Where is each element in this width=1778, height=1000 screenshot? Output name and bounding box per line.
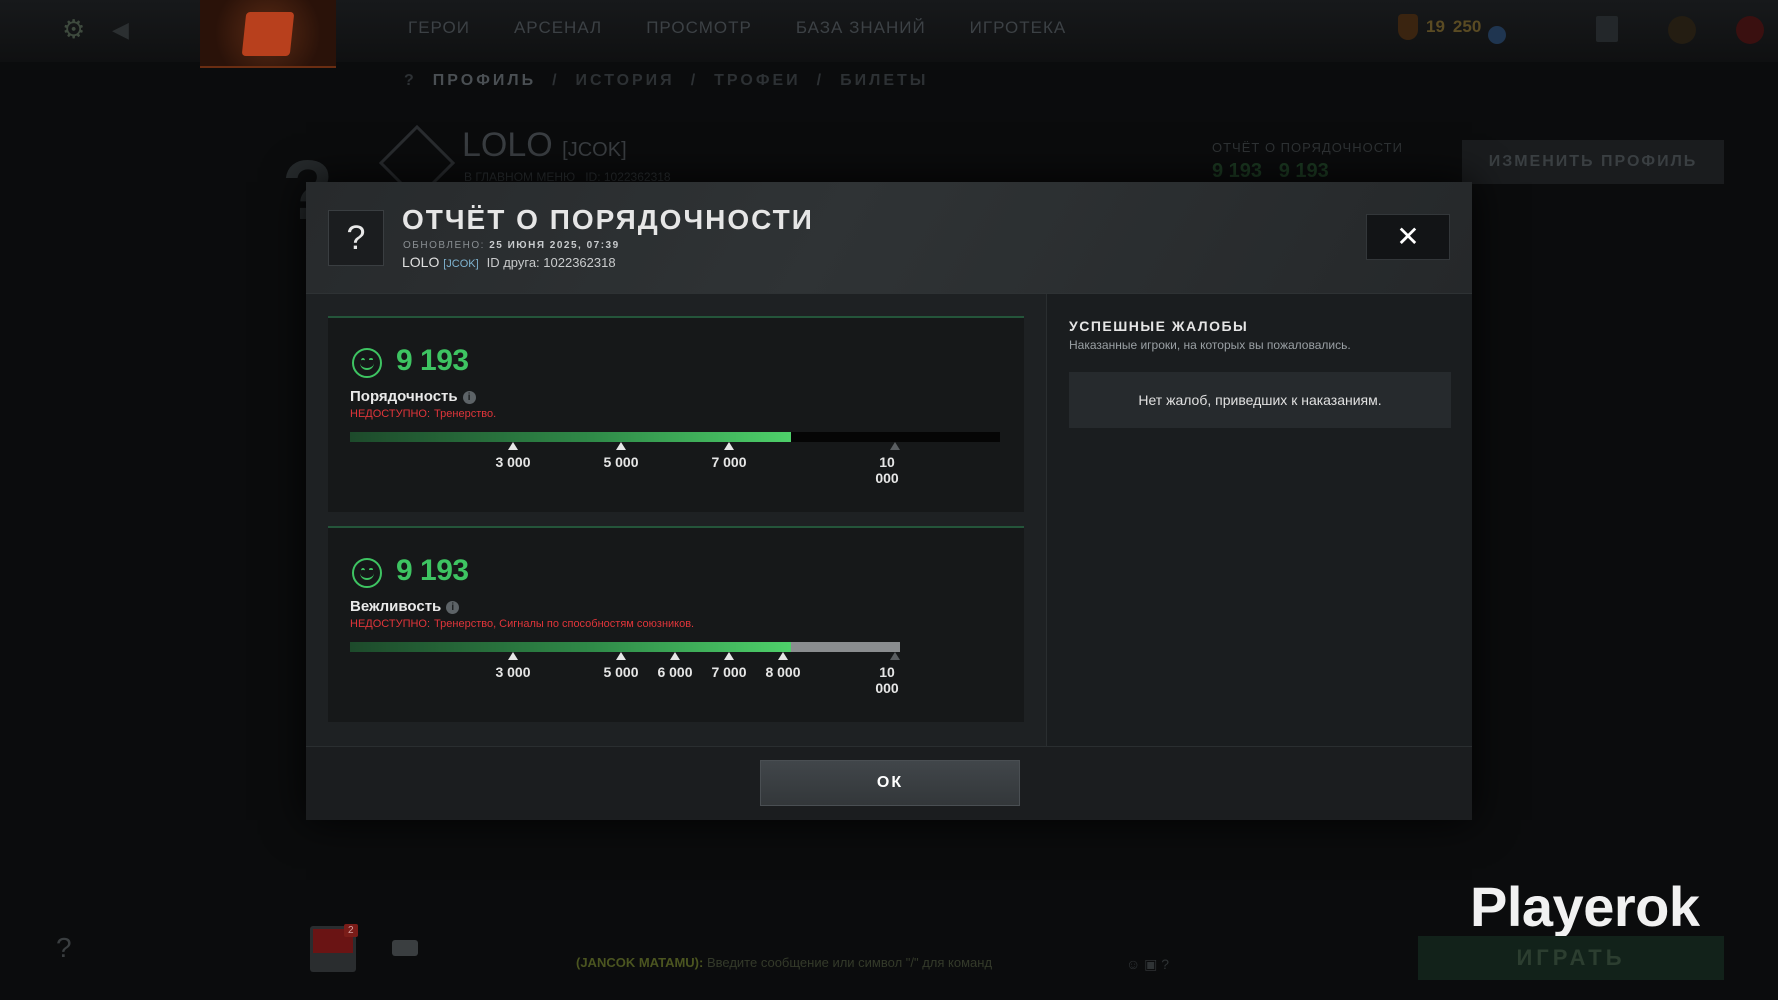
- unavailable-note: НЕДОСТУПНО: Тренерство.: [350, 408, 497, 420]
- tick-marker: [616, 652, 626, 660]
- user-tag: [JCOK]: [443, 258, 479, 270]
- tick-label: 3 000: [495, 454, 531, 470]
- behavior-label: Порядочность i: [350, 388, 476, 405]
- tab-history[interactable]: ИСТОРИЯ: [576, 72, 675, 90]
- report-mini-title[interactable]: ОТЧЁТ О ПОРЯДОЧНОСТИ: [1212, 140, 1403, 155]
- dialog-title: ОТЧЁТ О ПОРЯДОЧНОСТИ: [402, 204, 814, 235]
- smiley-icon: [352, 558, 382, 588]
- tick-label: 6 000: [657, 664, 693, 680]
- user-name: LOLO: [402, 254, 440, 270]
- behavior-score: 9 193: [396, 344, 469, 377]
- courtesy-score-card: 9 193 Вежливость i НЕДОСТУПНО: Тренерство,…: [328, 526, 1024, 722]
- party-icon[interactable]: [392, 940, 418, 956]
- power-icon[interactable]: [1736, 16, 1764, 44]
- behavior-report-dialog: ? ОТЧЁТ О ПОРЯДОЧНОСТИ ОБНОВЛЕНО: 25 ИЮН…: [306, 182, 1472, 820]
- flag-icon[interactable]: [1596, 16, 1618, 42]
- help-icon[interactable]: ?: [404, 72, 417, 90]
- tab-tickets[interactable]: БИЛЕТЫ: [840, 72, 928, 90]
- tick-label: 7 000: [711, 664, 747, 680]
- reports-title: УСПЕШНЫЕ ЖАЛОБЫ: [1069, 318, 1249, 334]
- tick-label-max: 10 000: [875, 664, 899, 696]
- plus-shield-icon[interactable]: [1668, 16, 1696, 44]
- chat-emoji-icon[interactable]: ☺ ▣ ?: [1126, 956, 1169, 973]
- updated-timestamp: ОБНОВЛЕНО: 25 ИЮНЯ 2025, 07:39: [403, 240, 620, 251]
- nav-heroes[interactable]: ГЕРОИ: [408, 18, 470, 38]
- courtesy-progress-bar: [350, 642, 900, 652]
- dota-logo[interactable]: [200, 0, 336, 68]
- subnav-sep: /: [552, 72, 560, 89]
- tick-marker-max: [890, 652, 900, 660]
- dialog-footer: ОК: [306, 746, 1472, 820]
- dialog-body: 9 193 Порядочность i НЕДОСТУПНО: Тренерств…: [306, 294, 1472, 746]
- ok-button[interactable]: ОК: [760, 760, 1020, 806]
- tick-marker: [670, 652, 680, 660]
- currency-a: 19: [1426, 17, 1445, 36]
- profile-name: LOLO [JCOK]: [462, 126, 627, 164]
- info-icon[interactable]: i: [462, 391, 476, 404]
- shard-icon: [1398, 14, 1418, 40]
- tick-marker: [724, 442, 734, 450]
- nav-arsenal[interactable]: АРСЕНАЛ: [514, 18, 602, 38]
- close-button[interactable]: ✕: [1366, 214, 1450, 260]
- back-arrow-icon[interactable]: ◀: [112, 17, 129, 43]
- dialog-header: ? ОТЧЁТ О ПОРЯДОЧНОСТИ ОБНОВЛЕНО: 25 ИЮН…: [306, 182, 1472, 294]
- tick-label: 5 000: [603, 664, 639, 680]
- play-button[interactable]: ИГРАТЬ: [1418, 936, 1724, 980]
- subnav-sep: /: [816, 72, 825, 89]
- tick-marker: [724, 652, 734, 660]
- nav-arcade[interactable]: ИГРОТЕКА: [970, 18, 1067, 38]
- behavior-score-card: 9 193 Порядочность i НЕДОСТУПНО: Тренерств…: [328, 316, 1024, 512]
- watermark-logo: Playerok: [1470, 875, 1700, 938]
- question-icon: ?: [328, 210, 384, 266]
- behavior-progress-fill: [350, 432, 791, 442]
- gear-icon[interactable]: ⚙: [62, 16, 88, 42]
- tick-label: 7 000: [711, 454, 747, 470]
- close-icon: ✕: [1396, 221, 1420, 252]
- chat-input[interactable]: (JANCOK MATAMU): Введите сообщение или с…: [576, 955, 992, 970]
- courtesy-progress-rest: [791, 642, 900, 652]
- smiley-icon: [352, 348, 382, 378]
- help-icon[interactable]: ?: [56, 932, 72, 964]
- party-badge: 2: [344, 924, 358, 937]
- friend-id: ID друга: 1022362318: [486, 255, 616, 270]
- user-line: LOLO [JCOK] ID друга: 1022362318: [402, 254, 616, 270]
- reports-panel: УСПЕШНЫЕ ЖАЛОБЫ Наказанные игроки, на ко…: [1046, 294, 1472, 746]
- tick-label: 3 000: [495, 664, 531, 680]
- behavior-progress-bar: [350, 432, 1000, 442]
- nav-knowledge[interactable]: БАЗА ЗНАНИЙ: [796, 18, 926, 38]
- tick-label-max: 10 000: [875, 454, 899, 486]
- courtesy-label: Вежливость i: [350, 598, 460, 615]
- logo-mark-icon: [241, 12, 295, 56]
- top-bar: ⚙ ◀ ГЕРОИ АРСЕНАЛ ПРОСМОТР БАЗА ЗНАНИЙ И…: [0, 0, 1778, 68]
- tick-label: 5 000: [603, 454, 639, 470]
- subnav-sep: /: [690, 72, 699, 89]
- info-icon[interactable]: i: [446, 601, 460, 614]
- tick-marker: [778, 652, 788, 660]
- nav-watch[interactable]: ПРОСМОТР: [646, 18, 752, 38]
- report-mini-values: 9 193 9 193: [1212, 160, 1329, 182]
- tab-profile[interactable]: ПРОФИЛЬ: [433, 72, 536, 90]
- unavailable-note: НЕДОСТУПНО: Тренерство, Сигналы по способ…: [350, 618, 695, 630]
- edit-profile-button[interactable]: ИЗМЕНИТЬ ПРОФИЛЬ: [1462, 140, 1724, 184]
- level-icon[interactable]: [1488, 26, 1506, 44]
- courtesy-progress-fill: [350, 642, 791, 652]
- main-nav: ГЕРОИ АРСЕНАЛ ПРОСМОТР БАЗА ЗНАНИЙ ИГРОТ…: [408, 18, 1110, 38]
- currency[interactable]: 19 250: [1398, 14, 1481, 40]
- tick-marker-max: [890, 442, 900, 450]
- reports-subtitle: Наказанные игроки, на которых вы пожалов…: [1069, 338, 1351, 352]
- tab-trophies[interactable]: ТРОФЕИ: [714, 72, 801, 90]
- currency-b: 250: [1452, 17, 1482, 36]
- tick-label: 8 000: [765, 664, 801, 680]
- profile-subnav: ? ПРОФИЛЬ / ИСТОРИЯ / ТРОФЕИ / БИЛЕТЫ: [404, 72, 928, 90]
- tick-marker: [508, 652, 518, 660]
- tick-marker: [508, 442, 518, 450]
- tick-marker: [616, 442, 626, 450]
- reports-empty-message: Нет жалоб, приведших к наказаниям.: [1069, 372, 1451, 428]
- courtesy-score: 9 193: [396, 554, 469, 587]
